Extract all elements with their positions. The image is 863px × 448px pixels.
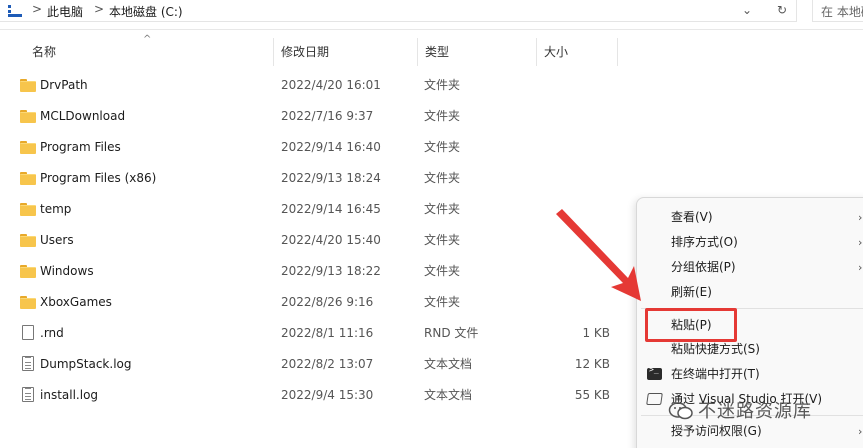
file-modified-date: 2022/4/20 16:01 bbox=[281, 78, 381, 92]
visual-studio-icon bbox=[646, 393, 663, 405]
file-row[interactable]: DrvPath 2022/4/20 16:01 文件夹 bbox=[0, 70, 636, 101]
file-type: 文件夹 bbox=[424, 202, 461, 216]
breadcrumb-separator: > bbox=[32, 2, 43, 16]
file-row[interactable]: install.log 2022/9/4 15:30 文本文档 55 KB bbox=[0, 380, 636, 411]
folder-icon bbox=[20, 171, 36, 185]
menu-item-label: 分组依据(P) bbox=[671, 260, 736, 274]
file-modified-date: 2022/9/13 18:24 bbox=[281, 171, 381, 185]
file-type: 文本文档 bbox=[424, 357, 473, 371]
menu-item-refresh[interactable]: 刷新(E) bbox=[637, 280, 863, 305]
address-bar: > 此电脑 > 本地磁盘 (C:) ⌄ ↻ 在 本地磁盘 (C:) 中搜索 bbox=[0, 0, 863, 30]
file-name: temp bbox=[40, 202, 72, 216]
file-row[interactable]: Program Files (x86) 2022/9/13 18:24 文件夹 bbox=[0, 163, 636, 194]
menu-item-sort-by[interactable]: 排序方式(O) › bbox=[637, 230, 863, 255]
file-modified-date: 2022/4/20 15:40 bbox=[281, 233, 381, 247]
folder-icon bbox=[20, 264, 36, 278]
menu-item-label: 在终端中打开(T) bbox=[671, 367, 760, 381]
file-modified-date: 2022/9/14 16:45 bbox=[281, 202, 381, 216]
column-name[interactable]: 名称 bbox=[25, 38, 274, 66]
file-name: Program Files (x86) bbox=[40, 171, 157, 185]
wechat-icon bbox=[668, 402, 693, 420]
file-type: RND 文件 bbox=[424, 326, 479, 340]
search-placeholder: 在 本地磁盘 (C:) 中搜索 bbox=[821, 5, 863, 19]
file-row[interactable]: .rnd 2022/8/1 11:16 RND 文件 1 KB bbox=[0, 318, 636, 349]
file-size: 55 KB bbox=[574, 388, 610, 402]
breadcrumb-separator: > bbox=[94, 2, 105, 16]
file-type: 文件夹 bbox=[424, 264, 461, 278]
breadcrumb-this-pc[interactable]: 此电脑 bbox=[47, 3, 83, 20]
file-type: 文件夹 bbox=[424, 140, 461, 154]
file-name: DumpStack.log bbox=[40, 357, 132, 371]
folder-icon bbox=[20, 233, 36, 247]
menu-item-open-terminal[interactable]: 在终端中打开(T) bbox=[637, 362, 863, 387]
file-name: install.log bbox=[40, 388, 99, 402]
file-type: 文本文档 bbox=[424, 388, 473, 402]
folder-icon bbox=[20, 78, 36, 92]
file-name: .rnd bbox=[40, 326, 64, 340]
file-modified-date: 2022/9/14 16:40 bbox=[281, 140, 381, 154]
file-row[interactable]: DumpStack.log 2022/8/2 13:07 文本文档 12 KB bbox=[0, 349, 636, 380]
menu-item-label: 排序方式(O) bbox=[671, 235, 738, 249]
file-name: Users bbox=[40, 233, 74, 247]
file-modified-date: 2022/8/2 13:07 bbox=[281, 357, 374, 371]
search-input[interactable]: 在 本地磁盘 (C:) 中搜索 bbox=[812, 0, 863, 22]
file-modified-date: 2022/9/4 15:30 bbox=[281, 388, 374, 402]
file-row[interactable]: Windows 2022/9/13 18:22 文件夹 bbox=[0, 256, 636, 287]
column-size[interactable]: 大小 bbox=[537, 38, 618, 66]
file-type: 文件夹 bbox=[424, 233, 461, 247]
file-name: MCLDownload bbox=[40, 109, 126, 123]
folder-icon bbox=[20, 295, 36, 309]
file-modified-date: 2022/7/16 9:37 bbox=[281, 109, 374, 123]
file-type: 文件夹 bbox=[424, 171, 461, 185]
chevron-right-icon: › bbox=[858, 261, 863, 274]
folder-icon bbox=[20, 140, 36, 154]
watermark-text: 不迷路资源库 bbox=[698, 401, 812, 422]
refresh-icon[interactable]: ↻ bbox=[770, 1, 794, 19]
file-row[interactable]: temp 2022/9/14 16:45 文件夹 bbox=[0, 194, 636, 225]
file-size: 1 KB bbox=[582, 326, 610, 340]
file-icon bbox=[22, 325, 34, 340]
file-type: 文件夹 bbox=[424, 295, 461, 309]
file-name: XboxGames bbox=[40, 295, 112, 309]
menu-item-label: 刷新(E) bbox=[671, 285, 712, 299]
column-type[interactable]: 类型 bbox=[418, 38, 537, 66]
file-size: 12 KB bbox=[574, 357, 610, 371]
menu-item-group-by[interactable]: 分组依据(P) › bbox=[637, 255, 863, 280]
breadcrumb-local-disk[interactable]: 本地磁盘 (C:) bbox=[109, 3, 183, 20]
menu-item-view[interactable]: 查看(V) › bbox=[637, 205, 863, 230]
menu-item-label: 查看(V) bbox=[671, 210, 713, 224]
chevron-right-icon: › bbox=[858, 236, 863, 249]
chevron-right-icon: › bbox=[858, 211, 863, 224]
text-file-icon bbox=[22, 387, 34, 402]
file-row[interactable]: XboxGames 2022/8/26 9:16 文件夹 bbox=[0, 287, 636, 318]
file-type: 文件夹 bbox=[424, 109, 461, 123]
address-dropdown-icon[interactable]: ⌄ bbox=[735, 1, 759, 19]
terminal-icon bbox=[647, 365, 662, 380]
address-box[interactable]: > 此电脑 > 本地磁盘 (C:) ⌄ ↻ bbox=[0, 0, 797, 22]
file-modified-date: 2022/8/1 11:16 bbox=[281, 326, 374, 340]
file-type: 文件夹 bbox=[424, 78, 461, 92]
file-row[interactable]: Program Files 2022/9/14 16:40 文件夹 bbox=[0, 132, 636, 163]
file-row[interactable]: MCLDownload 2022/7/16 9:37 文件夹 bbox=[0, 101, 636, 132]
file-modified-date: 2022/9/13 18:22 bbox=[281, 264, 381, 278]
drive-icon bbox=[8, 5, 22, 17]
text-file-icon bbox=[22, 356, 34, 371]
paste-highlight-box bbox=[645, 308, 737, 342]
file-name: Windows bbox=[40, 264, 94, 278]
column-modified[interactable]: 修改日期 bbox=[274, 38, 418, 66]
file-modified-date: 2022/8/26 9:16 bbox=[281, 295, 374, 309]
column-header: ^ 名称 修改日期 类型 大小 bbox=[0, 34, 863, 66]
file-row[interactable]: Users 2022/4/20 15:40 文件夹 bbox=[0, 225, 636, 256]
file-name: DrvPath bbox=[40, 78, 88, 92]
file-name: Program Files bbox=[40, 140, 121, 154]
chevron-right-icon: › bbox=[858, 425, 863, 438]
folder-icon bbox=[20, 109, 36, 123]
folder-icon bbox=[20, 202, 36, 216]
